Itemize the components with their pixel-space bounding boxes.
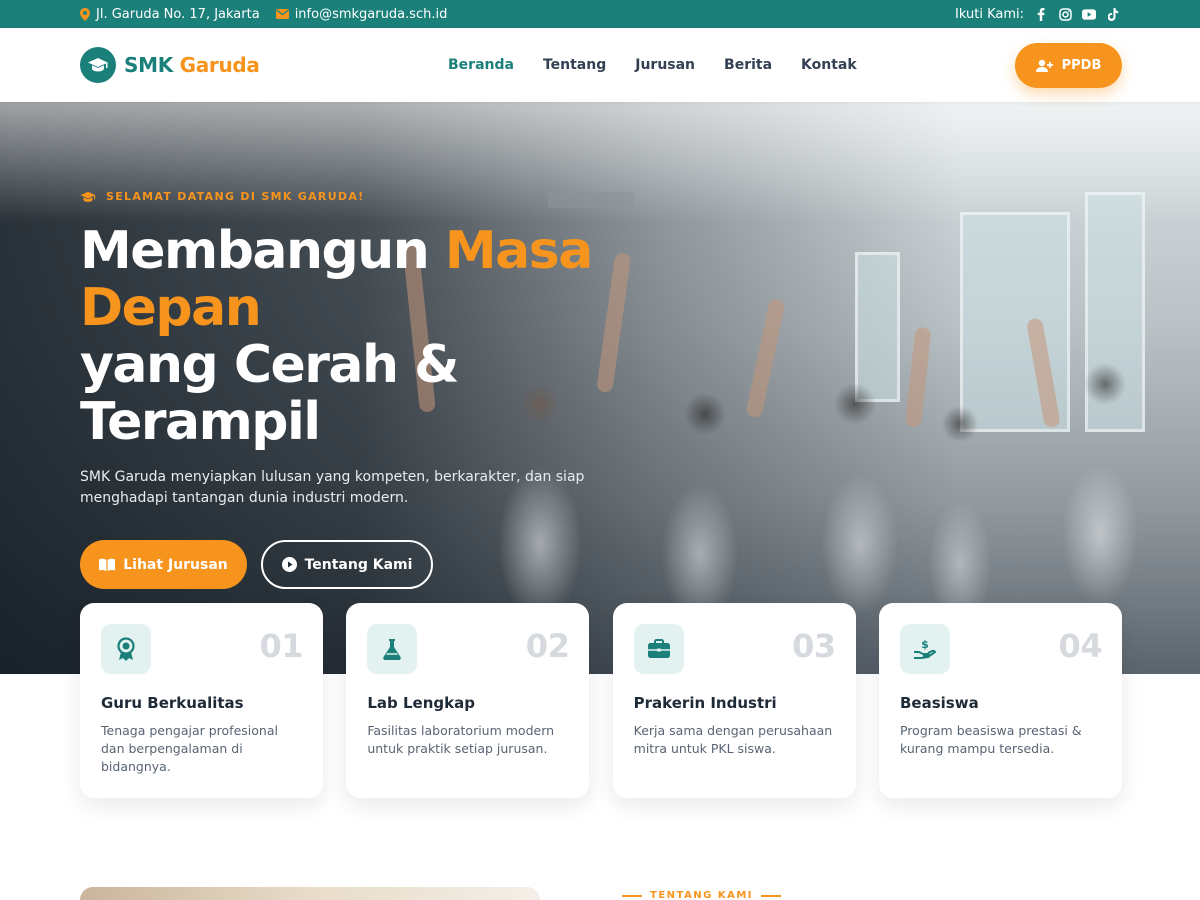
tentang-kami-button[interactable]: Tentang Kami [261, 540, 433, 589]
briefcase-icon [633, 624, 684, 674]
hero-section: SELAMAT DATANG DI SMK GARUDA! Membangun … [0, 102, 1200, 674]
feature-number: 03 [792, 627, 836, 665]
headline-part-2: yang Cerah & [80, 335, 459, 395]
graduation-cap-icon [80, 191, 96, 202]
site-header: SMK Garuda Beranda Tentang Jurusan Berit… [0, 28, 1200, 102]
user-plus-icon [1035, 59, 1053, 72]
main-nav: Beranda Tentang Jurusan Berita Kontak [448, 28, 857, 102]
feature-number: 02 [525, 627, 570, 665]
feature-description: Tenaga pengajar profesional dan berpenga… [101, 723, 278, 774]
book-icon [99, 558, 116, 571]
about-tag-text: TENTANG KAMI [650, 890, 754, 900]
tag-line [622, 894, 642, 897]
feature-title: Lab Lengkap [367, 694, 475, 712]
map-pin-icon [80, 7, 90, 21]
headline-part-1: Membangun [80, 221, 445, 281]
brand-accent: Garuda [179, 53, 260, 77]
hero-headline: Membangun Masa Depan yang Cerah & Teramp… [80, 223, 640, 451]
feature-card: 03 Prakerin Industri Kerja sama dengan p… [612, 603, 856, 798]
hero-content: SELAMAT DATANG DI SMK GARUDA! Membangun … [80, 190, 640, 589]
feature-number: 01 [259, 627, 303, 665]
lihat-jurusan-label: Lihat Jurusan [123, 556, 228, 573]
nav-beranda[interactable]: Beranda [448, 57, 514, 73]
graduation-cap-icon [80, 47, 116, 83]
brand-name: SMK Garuda [124, 53, 260, 77]
hero-buttons: Lihat Jurusan Tentang Kami [80, 540, 433, 589]
eyebrow-text: SELAMAT DATANG DI SMK GARUDA! [106, 190, 365, 203]
play-circle-icon [281, 557, 297, 572]
flask-icon [367, 624, 418, 674]
nav-tentang[interactable]: Tentang [543, 57, 606, 73]
feature-card: 02 Lab Lengkap Fasilitas laboratorium mo… [346, 603, 590, 798]
youtube-icon[interactable] [1082, 7, 1096, 21]
feature-title: Guru Berkualitas [101, 694, 244, 712]
brand-main: SMK [124, 53, 173, 77]
lihat-jurusan-button[interactable]: Lihat Jurusan [80, 540, 247, 589]
hero-eyebrow: SELAMAT DATANG DI SMK GARUDA! [80, 190, 640, 203]
tag-line [761, 894, 782, 897]
award-icon [101, 624, 151, 674]
feature-description: Fasilitas laboratorium modern untuk prak… [367, 723, 555, 756]
email-info[interactable]: info@smkgaruda.sch.id [275, 7, 448, 22]
mail-icon [275, 9, 289, 19]
facebook-icon[interactable] [1034, 7, 1048, 21]
hero-description: SMK Garuda menyiapkan lulusan yang kompe… [80, 469, 585, 506]
feature-title: Beasiswa [899, 694, 979, 712]
address-info: Jl. Garuda No. 17, Jakarta [80, 7, 260, 22]
feature-card: $ 04 Beasiswa Program beasiswa prestasi … [878, 603, 1122, 798]
address-text: Jl. Garuda No. 17, Jakarta [96, 6, 260, 22]
tiktok-icon[interactable] [1106, 7, 1120, 21]
feature-number: 04 [1058, 627, 1102, 665]
hand-coin-icon: $ [899, 624, 950, 674]
feature-description: Kerja sama dengan perusahaan mitra untuk… [633, 723, 833, 756]
feature-card: 01 Guru Berkualitas Tenaga pengajar prof… [80, 603, 323, 798]
email-text[interactable]: info@smkgaruda.sch.id [295, 7, 448, 22]
brand-logo[interactable]: SMK Garuda [80, 47, 260, 83]
nav-kontak[interactable]: Kontak [801, 57, 857, 73]
nav-berita[interactable]: Berita [724, 57, 772, 73]
tentang-kami-label: Tentang Kami [304, 556, 413, 573]
feature-title: Prakerin Industri [633, 694, 777, 712]
ppdb-label: PPDB [1061, 58, 1102, 73]
ppdb-button[interactable]: PPDB [1015, 43, 1122, 88]
nav-jurusan[interactable]: Jurusan [635, 57, 695, 73]
headline-part-3: Terampil [80, 392, 321, 452]
feature-cards: 01 Guru Berkualitas Tenaga pengajar prof… [80, 603, 1122, 798]
svg-text:$: $ [921, 638, 929, 651]
about-image [80, 887, 540, 900]
instagram-icon[interactable] [1058, 7, 1072, 21]
follow-label: Ikuti Kami: [955, 6, 1024, 22]
top-bar: Jl. Garuda No. 17, Jakarta info@smkgarud… [0, 0, 1200, 28]
about-section-tag: TENTANG KAMI [622, 890, 782, 900]
feature-description: Program beasiswa prestasi & kurang mampu… [899, 723, 1082, 756]
